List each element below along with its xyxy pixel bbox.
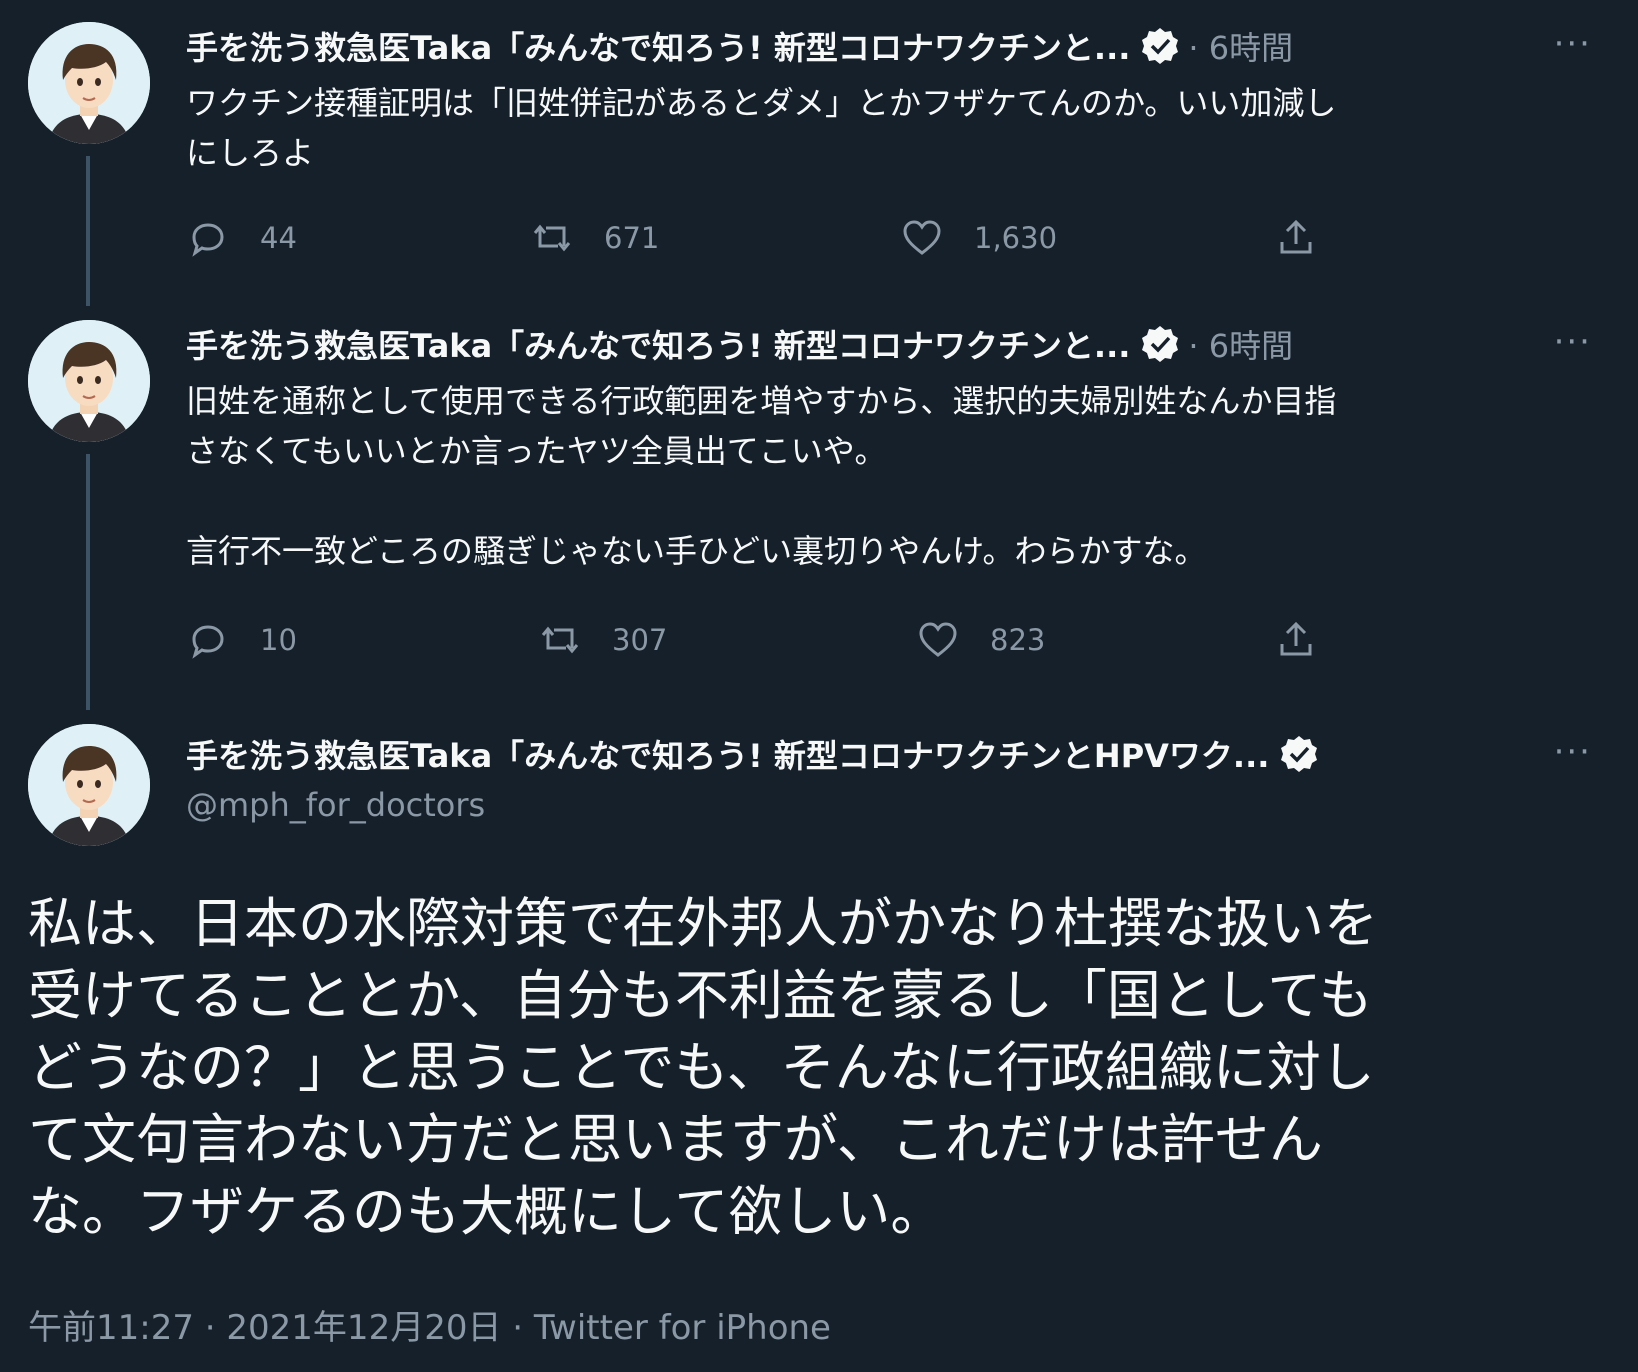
retweet-count: 671	[604, 221, 660, 255]
thread-line	[86, 454, 90, 710]
more-options-icon[interactable]: ···	[1554, 322, 1592, 362]
retweet-icon	[541, 627, 579, 653]
share-button[interactable]	[1274, 216, 1348, 260]
like-button[interactable]: 1,630	[900, 216, 1057, 260]
reply-button[interactable]: 44	[186, 216, 297, 260]
avatar[interactable]	[28, 22, 150, 144]
reply-icon	[192, 223, 224, 255]
author-name[interactable]: 手を洗う救急医Taka「みんなで知ろう! 新型コロナワクチンと...	[186, 23, 1130, 69]
share-icon	[1280, 220, 1312, 254]
retweet-count: 307	[612, 623, 668, 657]
like-count: 1,630	[974, 221, 1058, 255]
verified-badge-icon	[1140, 324, 1181, 364]
more-options-icon[interactable]: ···	[1554, 732, 1592, 772]
like-button[interactable]: 823	[916, 618, 1045, 662]
tweet-text: 旧姓を通称として使用できる行政範囲を増やすから、選択的夫婦別姓なんか目指 さなく…	[186, 382, 1337, 570]
reply-button[interactable]: 10	[186, 618, 297, 662]
author-name[interactable]: 手を洗う救急医Taka「みんなで知ろう! 新型コロナワクチンとHPVワク...	[186, 731, 1269, 777]
tweet-text: ワクチン接種証明は「旧姓併記があるとダメ」とかフザケてんのか。いい加減し にしろ…	[186, 84, 1337, 172]
more-options-icon[interactable]: ···	[1554, 24, 1592, 64]
share-icon	[1280, 622, 1312, 656]
tweet-meta: 午前11:27 · 2021年12月20日 · Twitter for iPho…	[28, 1308, 831, 1348]
reply-icon	[192, 625, 224, 657]
tweet-time[interactable]: · 6時間	[1188, 321, 1293, 367]
heart-icon	[903, 220, 941, 255]
retweet-button[interactable]: 307	[538, 618, 667, 662]
retweet-icon	[533, 225, 571, 251]
reply-count: 44	[260, 221, 297, 255]
like-count: 823	[990, 623, 1046, 657]
tweet-time[interactable]: · 6時間	[1188, 23, 1293, 69]
retweet-button[interactable]: 671	[530, 216, 659, 260]
thread-line	[86, 156, 90, 306]
reply-count: 10	[260, 623, 297, 657]
author-name[interactable]: 手を洗う救急医Taka「みんなで知ろう! 新型コロナワクチンと...	[186, 321, 1130, 367]
main-tweet-text: 私は、日本の水際対策で在外邦人がかなり杜撰な扱いを 受けてることとか、自分も不利…	[28, 892, 1378, 1243]
avatar[interactable]	[28, 724, 150, 846]
share-button[interactable]	[1274, 618, 1348, 662]
verified-badge-icon	[1140, 26, 1181, 66]
verified-badge-icon	[1279, 734, 1320, 774]
author-handle[interactable]: @mph_for_doctors	[186, 786, 485, 824]
heart-icon	[919, 622, 957, 657]
avatar[interactable]	[28, 320, 150, 442]
